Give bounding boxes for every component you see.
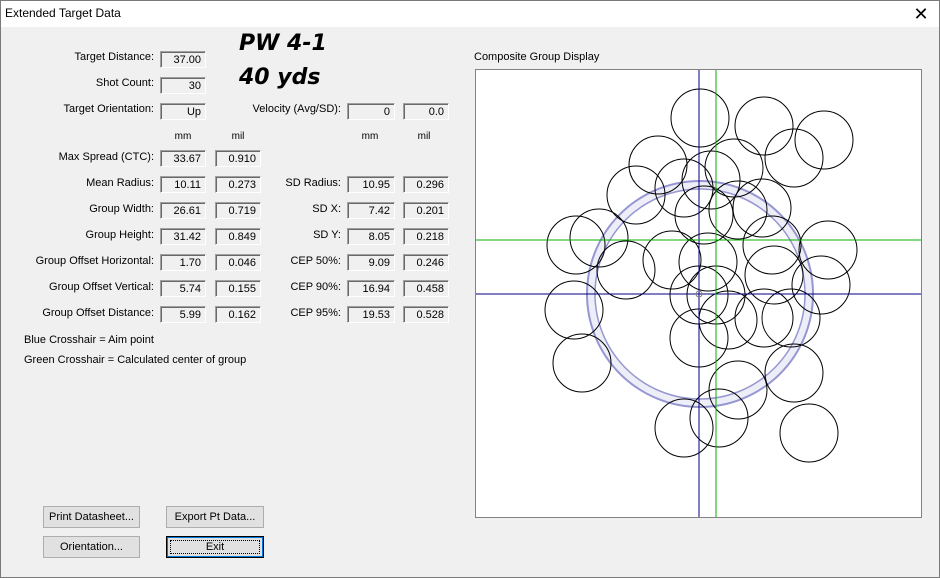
- mean-radius-mil: 0.273: [215, 176, 261, 193]
- left-mm-header: mm: [174, 131, 192, 142]
- shot-hole-2: [734, 96, 794, 156]
- mean-radius-mm: 10.11: [160, 176, 206, 193]
- shot-hole-16: [546, 215, 606, 275]
- velocity-avg-value: 0: [347, 103, 395, 120]
- group-width-mm: 26.61: [160, 202, 206, 219]
- composite-group-display: [475, 69, 922, 518]
- exit-button[interactable]: Exit: [166, 536, 264, 558]
- sd-x-label: SD X:: [312, 203, 341, 215]
- right-mm-header: mm: [361, 131, 379, 142]
- cep-95-label: CEP 95%:: [290, 307, 341, 319]
- window-title: Extended Target Data: [5, 6, 121, 20]
- group-offset-horizontal-mm: 1.70: [160, 254, 206, 271]
- legend-blue-crosshair: Blue Crosshair = Aim point: [24, 334, 154, 346]
- cep-50-mm: 9.09: [347, 254, 395, 271]
- group-width-mil: 0.719: [215, 202, 261, 219]
- target-orientation-value: Up: [160, 103, 206, 120]
- group-offset-distance-mm: 5.99: [160, 306, 206, 323]
- shot-hole-6: [628, 135, 688, 195]
- sd-radius-mil: 0.296: [403, 176, 449, 193]
- shot-hole-3: [794, 110, 854, 170]
- group-height-label: Group Height:: [85, 229, 154, 241]
- shot-hole-29: [552, 333, 612, 393]
- group-plot: [476, 70, 921, 517]
- cep-95-mm: 19.53: [347, 306, 395, 323]
- group-height-mil: 0.849: [215, 228, 261, 245]
- cep-95-mil: 0.528: [403, 306, 449, 323]
- left-mil-header: mil: [231, 131, 245, 142]
- cep-90-label: CEP 90%:: [290, 281, 341, 293]
- group-offset-horizontal-label: Group Offset Horizontal:: [35, 255, 154, 267]
- group-offset-vertical-mm: 5.74: [160, 280, 206, 297]
- target-distance-label: Target Distance:: [74, 51, 154, 63]
- export-pt-data-button[interactable]: Export Pt Data...: [166, 506, 264, 528]
- legend-green-crosshair: Green Crosshair = Calculated center of g…: [24, 354, 247, 366]
- velocity-label: Velocity (Avg/SD):: [252, 103, 341, 115]
- cep-90-mil: 0.458: [403, 280, 449, 297]
- heading-line-1: PW 4-1: [239, 31, 327, 56]
- shot-hole-34: [779, 403, 839, 463]
- heading-line-2: 40 yds: [239, 65, 321, 90]
- shot-hole-33: [654, 398, 714, 458]
- shot-hole-1: [670, 88, 730, 148]
- group-offset-vertical-mil: 0.155: [215, 280, 261, 297]
- max-spread-mm: 33.67: [160, 150, 206, 167]
- velocity-sd-value: 0.0: [403, 103, 449, 120]
- sd-y-label: SD Y:: [313, 229, 341, 241]
- sd-y-mil: 0.218: [403, 228, 449, 245]
- group-width-label: Group Width:: [89, 203, 154, 215]
- group-offset-distance-mil: 0.162: [215, 306, 261, 323]
- cep-50-label: CEP 50%:: [290, 255, 341, 267]
- cep-50-mil: 0.246: [403, 254, 449, 271]
- max-spread-label: Max Spread (CTC):: [58, 151, 154, 163]
- composite-group-display-title: Composite Group Display: [474, 51, 600, 63]
- mean-radius-label: Mean Radius:: [86, 177, 154, 189]
- shot-count-label: Shot Count:: [95, 77, 154, 89]
- sd-x-mm: 7.42: [347, 202, 395, 219]
- group-offset-horizontal-mil: 0.046: [215, 254, 261, 271]
- shot-count-value: 30: [160, 77, 206, 94]
- sd-x-mil: 0.201: [403, 202, 449, 219]
- group-offset-vertical-label: Group Offset Vertical:: [49, 281, 154, 293]
- right-mil-header: mil: [417, 131, 431, 142]
- group-height-mm: 31.42: [160, 228, 206, 245]
- shot-hole-14: [798, 220, 858, 280]
- target-orientation-label: Target Orientation:: [63, 103, 155, 115]
- cep-90-mm: 16.94: [347, 280, 395, 297]
- orientation-button[interactable]: Orientation...: [43, 536, 140, 558]
- shot-hole-4: [764, 128, 824, 188]
- print-datasheet-button[interactable]: Print Datasheet...: [43, 506, 140, 528]
- target-distance-value: 37.00: [160, 51, 206, 68]
- extended-target-data-window: Extended Target Data ✕ Target Distance: …: [0, 0, 940, 578]
- sd-radius-mm: 10.95: [347, 176, 395, 193]
- focus-rectangle: [170, 540, 260, 554]
- title-bar: Extended Target Data ✕: [1, 1, 939, 27]
- max-spread-mil: 0.910: [215, 150, 261, 167]
- close-icon[interactable]: ✕: [903, 1, 939, 27]
- sd-y-mm: 8.05: [347, 228, 395, 245]
- group-offset-distance-label: Group Offset Distance:: [42, 307, 154, 319]
- sd-radius-label: SD Radius:: [285, 177, 341, 189]
